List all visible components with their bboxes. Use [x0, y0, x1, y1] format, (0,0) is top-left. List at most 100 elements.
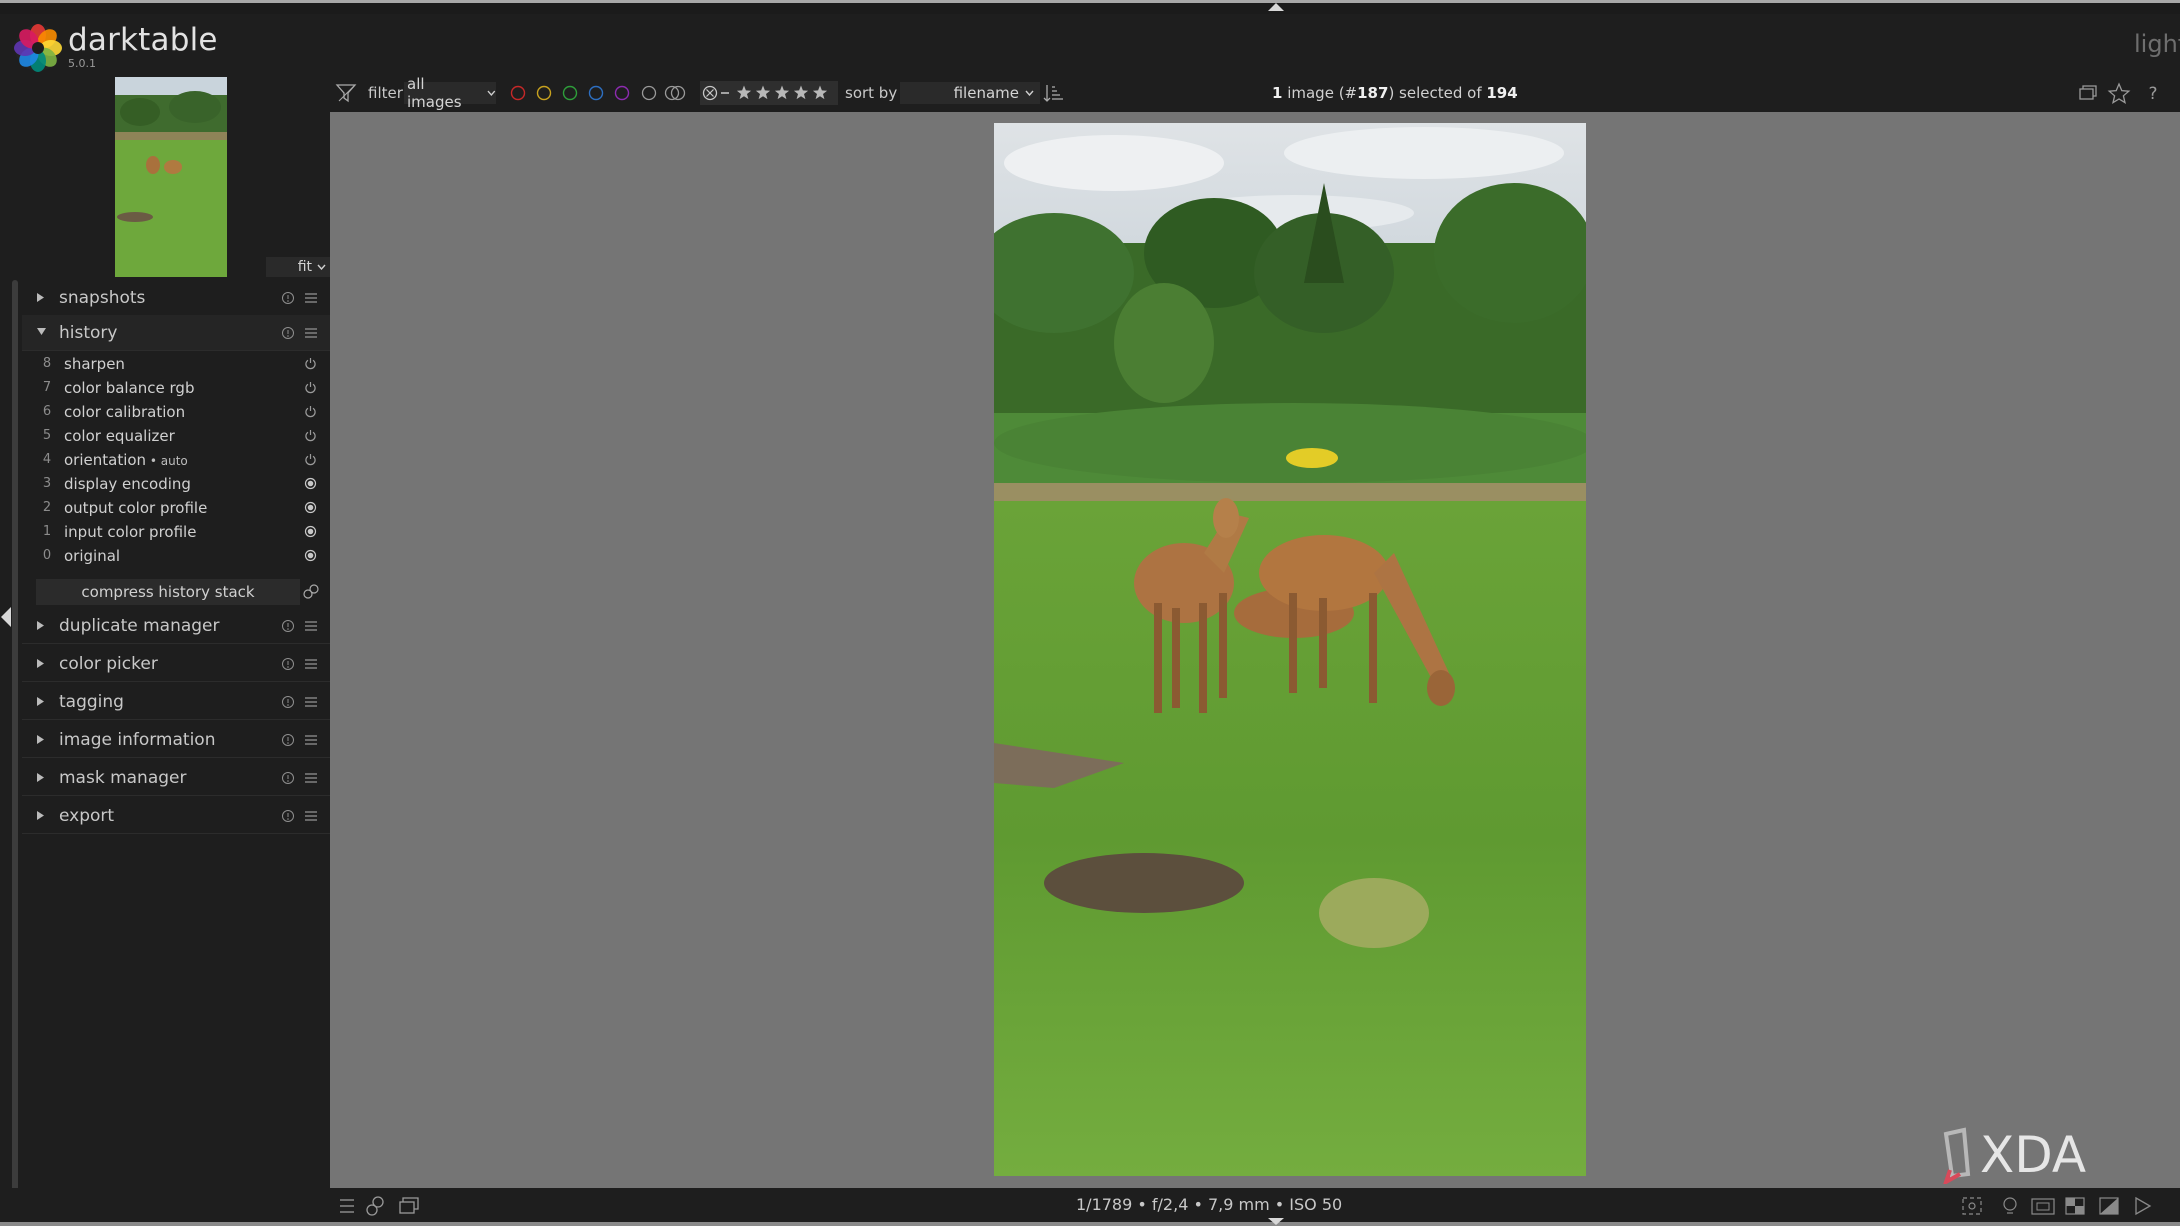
presets-menu-icon[interactable]	[304, 771, 318, 785]
color-label-filter-3[interactable]	[562, 85, 578, 101]
second-window-icon[interactable]	[399, 1197, 419, 1214]
color-label-filters[interactable]	[508, 83, 692, 103]
history-item[interactable]: 8 sharpen	[22, 352, 330, 376]
copy-style-icon[interactable]	[302, 584, 320, 600]
color-label-filter-4[interactable]	[588, 85, 604, 101]
always-on-icon	[304, 549, 317, 562]
main-image-deer[interactable]	[994, 123, 1586, 1176]
filter-icon[interactable]	[335, 82, 357, 104]
history-item[interactable]: 5 color equalizer	[22, 424, 330, 448]
module-color-picker[interactable]: color picker	[22, 646, 330, 682]
module-title: mask manager	[59, 768, 187, 788]
presets-menu-icon[interactable]	[304, 695, 318, 709]
xda-watermark-text: XDA	[1980, 1126, 2086, 1184]
left-panel-scrollbar[interactable]	[12, 280, 18, 1220]
view-switcher-lighttable[interactable]: light	[2134, 30, 2180, 58]
reset-icon[interactable]	[281, 809, 295, 823]
overexposure-icon[interactable]	[2065, 1197, 2085, 1215]
count-text-part: ) selected of	[1388, 84, 1487, 102]
focus-peaking-icon[interactable]	[1962, 1197, 1982, 1215]
history-item-suffix: • auto	[146, 454, 188, 468]
always-on-icon	[304, 501, 317, 514]
image-number: 187	[1357, 84, 1389, 102]
history-item-number: 2	[42, 500, 52, 515]
history-item[interactable]: 4 orientation • auto	[22, 448, 330, 472]
module-title: tagging	[59, 692, 124, 712]
history-item-name: original	[64, 547, 120, 565]
history-item-number: 4	[42, 452, 52, 467]
history-item[interactable]: 7 color balance rgb	[22, 376, 330, 400]
star-icon[interactable]	[2107, 82, 2131, 104]
module-image-information[interactable]: image information	[22, 722, 330, 758]
history-item-number: 8	[42, 356, 52, 371]
history-item-number: 7	[42, 380, 52, 395]
window-icon[interactable]	[2079, 85, 2097, 100]
filter-dropdown[interactable]: all images	[404, 75, 496, 111]
styles-icon[interactable]	[366, 1196, 384, 1216]
module-export[interactable]: export	[22, 798, 330, 834]
module-title: export	[59, 806, 115, 826]
module-title: duplicate manager	[59, 616, 220, 636]
collapse-left-panel-icon[interactable]	[0, 606, 12, 628]
history-item-number: 6	[42, 404, 52, 419]
reset-icon[interactable]	[281, 657, 295, 671]
collapse-bottom-panel-icon[interactable]	[1267, 1217, 1285, 1226]
help-icon[interactable]: ?	[2148, 84, 2157, 104]
presets-menu-icon[interactable]	[304, 809, 318, 823]
reset-icon[interactable]	[281, 619, 295, 633]
zoom-dropdown[interactable]: fit	[266, 257, 330, 277]
presets-menu-icon[interactable]	[304, 657, 318, 671]
sort-dropdown[interactable]: filename	[900, 82, 1040, 104]
color-label-operator-icon[interactable]	[664, 85, 686, 101]
history-item-label: sharpen	[64, 355, 125, 373]
module-history[interactable]: history	[22, 315, 330, 351]
history-item-name: sharpen	[64, 355, 125, 373]
reset-icon[interactable]	[281, 733, 295, 747]
reset-icon[interactable]	[281, 771, 295, 785]
bottom-right-icons	[1962, 1196, 2152, 1216]
gamut-check-icon[interactable]	[2031, 1198, 2055, 1215]
navigation-thumbnail[interactable]	[115, 77, 227, 277]
module-snapshots[interactable]: snapshots	[22, 280, 330, 316]
rating-filter[interactable]	[700, 81, 838, 105]
bulb-icon[interactable]	[2003, 1197, 2017, 1214]
power-icon	[305, 406, 316, 418]
reset-icon[interactable]	[281, 326, 295, 340]
selected-count: 1	[1272, 84, 1283, 102]
compress-history-stack-button[interactable]: compress history stack	[36, 579, 300, 605]
presets-menu-icon[interactable]	[304, 291, 318, 305]
sort-label: sort by	[845, 84, 898, 102]
bottom-panel-strip	[0, 1222, 2180, 1226]
presets-menu-icon[interactable]	[304, 733, 318, 747]
history-item-name: color calibration	[64, 403, 185, 421]
history-item[interactable]: 2 output color profile	[22, 496, 330, 520]
history-item[interactable]: 0 original	[22, 544, 330, 568]
color-label-filter-2[interactable]	[536, 85, 552, 101]
module-mask-manager[interactable]: mask manager	[22, 760, 330, 796]
presets-menu-icon[interactable]	[304, 619, 318, 633]
no-color-label-icon[interactable]	[641, 85, 657, 101]
reset-icon[interactable]	[281, 291, 295, 305]
filter-label: filter	[368, 84, 403, 102]
history-item[interactable]: 1 input color profile	[22, 520, 330, 544]
list-icon[interactable]	[340, 1199, 354, 1213]
power-icon	[305, 430, 316, 442]
presets-menu-icon[interactable]	[304, 326, 318, 340]
module-tagging[interactable]: tagging	[22, 684, 330, 720]
color-label-filter-5[interactable]	[614, 85, 630, 101]
color-label-filter-1[interactable]	[510, 85, 526, 101]
module-duplicate-manager[interactable]: duplicate manager	[22, 608, 330, 644]
softproof-icon[interactable]	[2099, 1197, 2119, 1215]
expand-arrow-icon	[37, 811, 44, 820]
next-icon[interactable]	[2135, 1196, 2152, 1216]
collapse-top-panel-icon[interactable]	[1267, 2, 1285, 12]
darktable-logo	[14, 24, 62, 72]
history-item[interactable]: 6 color calibration	[22, 400, 330, 424]
sort-order-icon[interactable]	[1043, 82, 1065, 104]
expand-arrow-icon	[37, 293, 44, 302]
history-item[interactable]: 3 display encoding	[22, 472, 330, 496]
reset-icon[interactable]	[281, 695, 295, 709]
history-item-name: output color profile	[64, 499, 207, 517]
history-item-number: 5	[42, 428, 52, 443]
history-item-label: color balance rgb	[64, 379, 195, 397]
